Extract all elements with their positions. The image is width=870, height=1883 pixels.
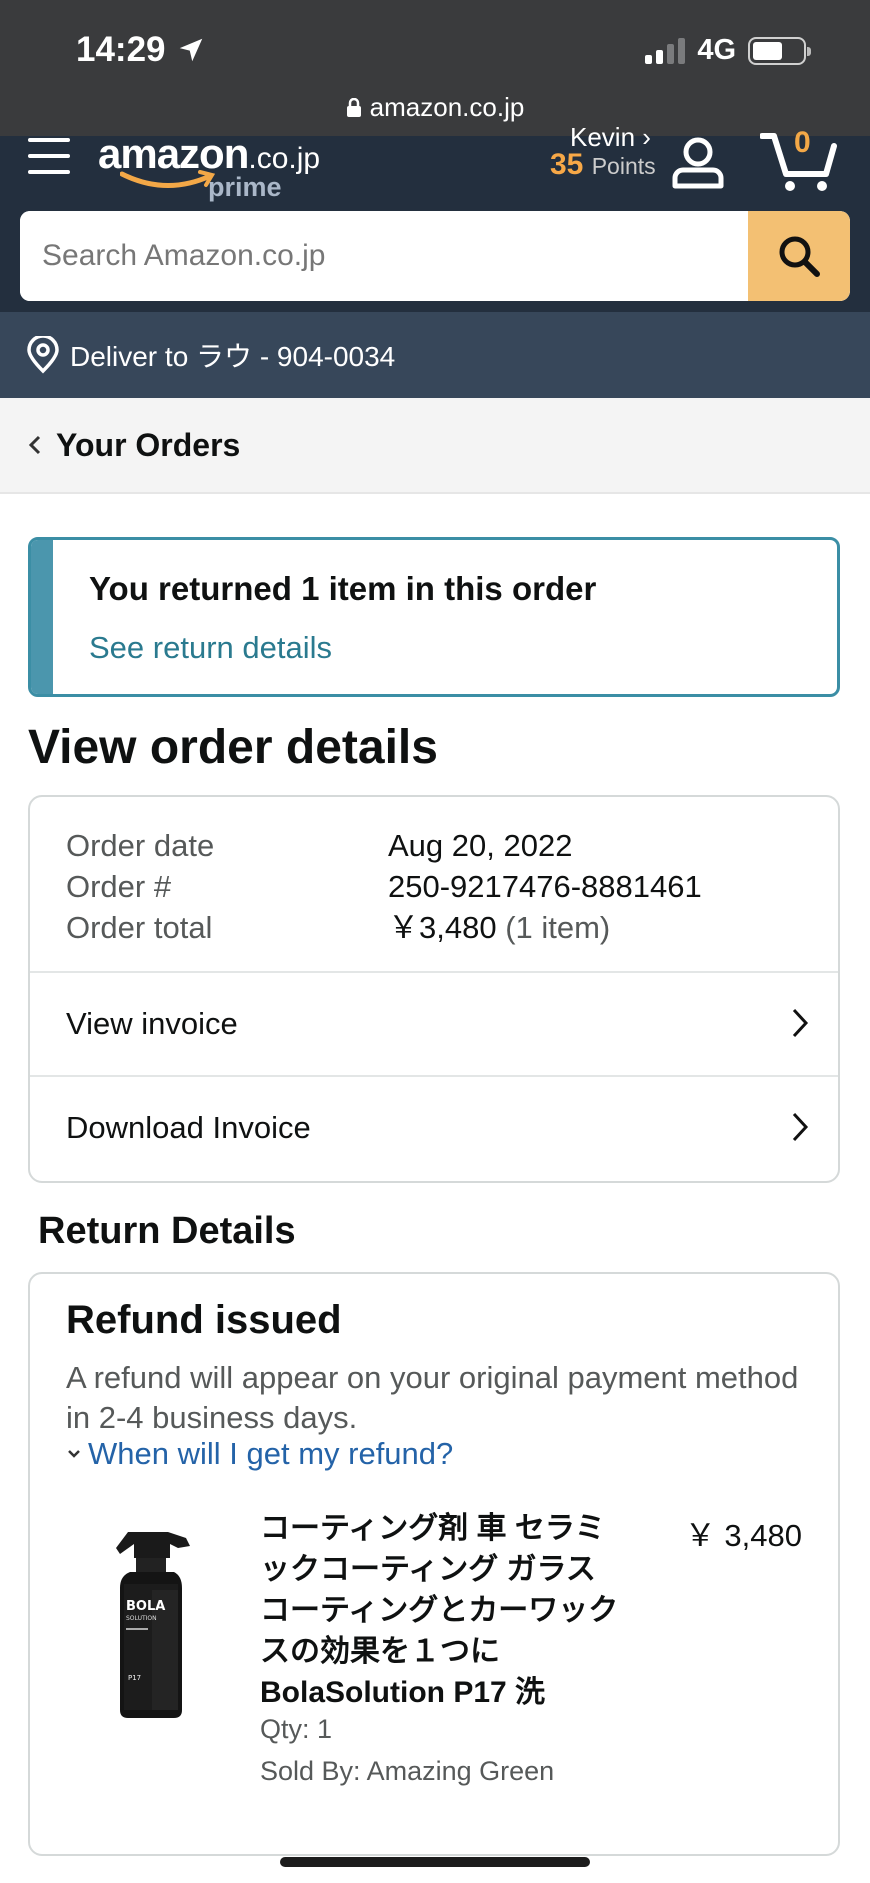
site-header: amazon.co.jp prime Kevin › 35 Points 0 D… bbox=[0, 122, 870, 398]
home-indicator[interactable] bbox=[280, 1857, 590, 1867]
cart-count: 0 bbox=[794, 126, 811, 159]
search-bar bbox=[20, 211, 850, 301]
location-pin-icon bbox=[27, 336, 59, 374]
return-banner: You returned 1 item in this order See re… bbox=[28, 537, 840, 697]
search-icon bbox=[779, 236, 820, 277]
order-info: Order date Aug 20, 2022 Order # 250-9217… bbox=[66, 825, 702, 948]
page-title: View order details bbox=[28, 721, 438, 774]
menu-icon[interactable] bbox=[28, 138, 70, 178]
clock-text: 14:29 bbox=[76, 30, 166, 69]
deliver-to-text: Deliver to ラウ - 904-0034 bbox=[70, 341, 396, 372]
url-text: amazon.co.jp bbox=[369, 92, 525, 122]
status-bar: 14:29 4G amazon.co.jp bbox=[0, 0, 870, 136]
order-total-row: Order total ￥3,480 (1 item) bbox=[66, 910, 611, 945]
order-details-card: Order date Aug 20, 2022 Order # 250-9217… bbox=[28, 795, 840, 1183]
url-bar[interactable]: amazon.co.jp bbox=[0, 92, 870, 123]
search-button[interactable] bbox=[748, 211, 850, 301]
svg-text:BOLA: BOLA bbox=[126, 1599, 165, 1614]
return-details-heading: Return Details bbox=[38, 1210, 296, 1252]
return-details-card: Refund issued A refund will appear on yo… bbox=[28, 1272, 840, 1856]
product-seller: Sold By: Amazing Green bbox=[260, 1756, 555, 1786]
chevron-right-icon bbox=[792, 1008, 809, 1038]
product-name-link[interactable]: コーティング剤 車 セラミックコーティング ガラスコーティングとカーワックスの効… bbox=[260, 1508, 620, 1713]
deliver-to-bar[interactable]: Deliver to ラウ - 904-0034 bbox=[0, 312, 870, 398]
amazon-logo[interactable]: amazon.co.jp prime bbox=[98, 130, 320, 202]
view-invoice-link[interactable]: View invoice bbox=[30, 971, 838, 1075]
svg-text:SOLUTION: SOLUTION bbox=[126, 1615, 157, 1622]
refund-status: Refund issued bbox=[66, 1298, 342, 1342]
smile-arrow-icon bbox=[120, 170, 216, 188]
product-price: ￥ 3,480 bbox=[684, 1518, 802, 1553]
banner-accent bbox=[31, 540, 53, 694]
download-invoice-link[interactable]: Download Invoice bbox=[30, 1075, 838, 1179]
location-arrow-icon bbox=[179, 38, 202, 62]
breadcrumb-label: Your Orders bbox=[56, 426, 241, 463]
banner-title: You returned 1 item in this order bbox=[89, 570, 597, 607]
breadcrumb[interactable]: Your Orders bbox=[0, 398, 870, 494]
status-right: 4G bbox=[645, 34, 811, 67]
product-quantity: Qty: 1 bbox=[260, 1714, 333, 1744]
points-badge: 35 Points bbox=[550, 148, 656, 181]
order-date-row: Order date Aug 20, 2022 bbox=[66, 828, 573, 863]
battery-icon bbox=[748, 36, 811, 65]
product-image[interactable]: BOLA SOLUTION P17 bbox=[90, 1524, 220, 1724]
network-label: 4G bbox=[697, 34, 736, 66]
chevron-left-icon bbox=[28, 435, 41, 455]
refund-description: A refund will appear on your original pa… bbox=[66, 1360, 799, 1435]
search-input[interactable] bbox=[20, 211, 748, 301]
svg-text:P17: P17 bbox=[128, 1674, 141, 1682]
account-link[interactable]: Kevin › 35 Points bbox=[550, 122, 670, 192]
chevron-right-icon bbox=[792, 1112, 809, 1142]
see-return-details-link[interactable]: See return details bbox=[89, 630, 332, 666]
cart-button[interactable]: 0 bbox=[759, 126, 838, 201]
signal-icon bbox=[645, 37, 686, 64]
user-icon[interactable] bbox=[670, 134, 726, 190]
order-number-row: Order # 250-9217476-8881461 bbox=[66, 869, 702, 904]
spray-bottle-image: BOLA SOLUTION P17 bbox=[116, 1532, 190, 1718]
refund-timing-expander[interactable]: When will I get my refund? bbox=[66, 1436, 453, 1472]
chevron-down-icon bbox=[68, 1450, 80, 1458]
lock-icon bbox=[346, 97, 361, 117]
status-time: 14:29 bbox=[76, 30, 206, 70]
